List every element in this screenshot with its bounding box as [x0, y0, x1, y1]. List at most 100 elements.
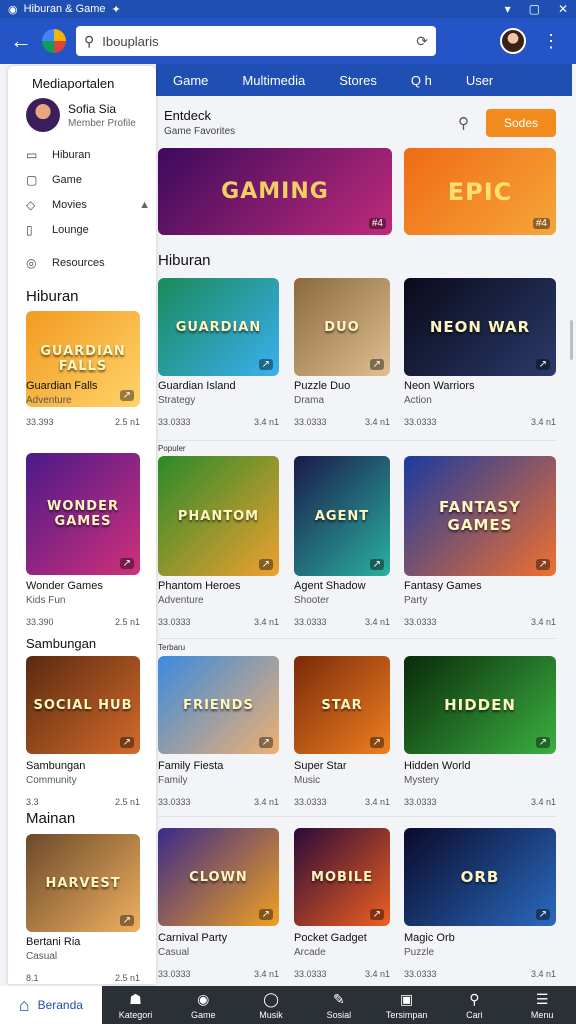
expand-icon[interactable]: ↗ — [119, 915, 134, 926]
expand-icon[interactable]: ↗ — [258, 559, 273, 570]
bottom-nav-tersimpan[interactable]: ▣ Tersimpan — [373, 986, 441, 1024]
game-card[interactable]: HIDDEN ↗ — [404, 656, 556, 754]
game-card[interactable]: CLOWN ↗ — [158, 828, 279, 926]
expand-icon[interactable]: ↗ — [119, 558, 134, 569]
close-icon[interactable]: ✕ — [558, 2, 568, 16]
game-card[interactable]: WONDER GAMES ↗ — [26, 453, 140, 575]
nav-label: Kategori — [118, 1009, 153, 1020]
expand-icon[interactable]: ↗ — [369, 909, 384, 920]
expand-icon[interactable]: ↗ — [119, 737, 134, 748]
expand-icon[interactable]: ↗ — [535, 737, 550, 748]
game-card[interactable]: NEON WAR ↗ — [404, 278, 556, 376]
profile[interactable]: Sofia Sia Member Profile — [26, 98, 136, 132]
expand-icon[interactable]: ↗ — [258, 909, 273, 920]
expand-icon[interactable]: ↗ — [119, 390, 134, 401]
divider — [158, 638, 556, 639]
window-title: Hiburan & Game — [23, 3, 106, 15]
profile-picture[interactable] — [26, 98, 60, 132]
game-title: Guardian Falls — [26, 380, 98, 392]
bottom-nav-menu[interactable]: ☰ Menu — [508, 986, 576, 1024]
movies-icon: ◇ — [26, 197, 36, 212]
minimize-icon[interactable]: ▾ — [505, 2, 511, 16]
sidebar-item-movies[interactable]: ◇ Movies ▲ — [26, 192, 150, 217]
tab-game[interactable]: Game — [156, 73, 225, 88]
expand-icon[interactable]: ↗ — [369, 737, 384, 748]
banner-main[interactable]: GAMING #4 — [158, 148, 392, 235]
nav-icon: ⌂ — [18, 994, 30, 1015]
game-card[interactable]: FRIENDS ↗ — [158, 656, 279, 754]
banner-secondary[interactable]: EPIC #4 — [404, 148, 556, 235]
game-rating: 33.0333 — [294, 969, 327, 979]
reload-icon[interactable]: ⟳ — [416, 33, 428, 50]
search-icon[interactable]: ⚲ — [458, 114, 469, 132]
scrollbar[interactable] — [570, 320, 573, 360]
game-meta: 3.4 n1 — [364, 797, 390, 807]
game-card[interactable]: SOCIAL HUB ↗ — [26, 656, 140, 754]
game-meta: 3.4 n1 — [364, 417, 390, 427]
nav-icon: ☗ — [129, 990, 142, 1007]
nav-icon: ◯ — [263, 990, 279, 1007]
expand-icon[interactable]: ↗ — [535, 909, 550, 920]
maximize-icon[interactable]: ▢ — [529, 2, 540, 16]
expand-icon[interactable]: ↗ — [535, 559, 550, 570]
expand-icon[interactable]: ↗ — [369, 359, 384, 370]
game-title: Super Star — [294, 760, 347, 772]
search-icon: ⚲ — [84, 32, 95, 49]
sidebar-item-lounge[interactable]: ▯ Lounge — [26, 217, 150, 242]
search-query[interactable]: Ibouplaris — [102, 34, 158, 49]
game-card[interactable]: STAR ↗ — [294, 656, 390, 754]
pin-icon[interactable]: ▲ — [139, 199, 150, 211]
nav-icon: ▣ — [399, 990, 414, 1007]
bottom-nav-kategori[interactable]: ☗ Kategori — [102, 986, 170, 1024]
sidebar-item-game[interactable]: ▢ Game — [26, 167, 150, 192]
expand-icon[interactable]: ↗ — [258, 359, 273, 370]
game-card[interactable]: DUO ↗ — [294, 278, 390, 376]
expand-icon[interactable]: ↗ — [258, 737, 273, 748]
nav-icon: ☰ — [535, 990, 549, 1007]
back-button[interactable]: ← — [10, 28, 32, 54]
game-title: Phantom Heroes — [158, 580, 241, 592]
sidebar-section-mainan: Mainan — [26, 810, 76, 827]
expand-icon[interactable]: ↗ — [535, 359, 550, 370]
menu-icon[interactable]: ⋮ — [536, 31, 566, 52]
game-subtitle: Drama — [294, 395, 325, 406]
game-card[interactable]: HARVEST ↗ — [26, 834, 140, 932]
game-card[interactable]: PHANTOM ↗ — [158, 456, 279, 576]
game-subtitle: Arcade — [294, 947, 326, 958]
game-subtitle: Community — [26, 775, 77, 786]
game-card[interactable]: GUARDIAN FALLS ↗ — [26, 311, 140, 407]
game-title: Agent Shadow — [294, 580, 366, 592]
game-title: Bertani Ria — [26, 936, 81, 948]
tab-user[interactable]: User — [449, 73, 510, 88]
bottom-nav-game[interactable]: ◉ Game — [169, 986, 237, 1024]
search-field[interactable]: ⚲ Ibouplaris ⟳ — [76, 26, 436, 56]
avatar[interactable] — [500, 28, 526, 54]
sidebar-item-resources[interactable]: ◎ Resources — [26, 250, 150, 275]
row-label-newest: Terbaru — [158, 643, 186, 652]
game-title: Neon Warriors — [404, 380, 475, 392]
game-title: Magic Orb — [404, 932, 455, 944]
game-card[interactable]: FANTASY GAMES ↗ — [404, 456, 556, 576]
top-nav: Game Multimedia Stores Q h User — [156, 64, 572, 96]
tab-multimedia[interactable]: Multimedia — [225, 73, 322, 88]
game-rating: 33.0333 — [158, 417, 191, 427]
tab-stores[interactable]: Stores — [322, 73, 394, 88]
game-rating: 33.0333 — [404, 417, 437, 427]
banner-badge: #4 — [368, 218, 386, 229]
expand-icon[interactable]: ↗ — [369, 559, 384, 570]
game-title: Fantasy Games — [404, 580, 482, 592]
game-card[interactable]: AGENT ↗ — [294, 456, 390, 576]
game-meta: 3.4 n1 — [530, 417, 556, 427]
sidebar-section-hiburan: Hiburan — [26, 288, 79, 305]
action-button[interactable]: Sodes — [486, 109, 556, 137]
tab-search[interactable]: Q h — [394, 73, 449, 88]
nav-label: Tersimpan — [385, 1009, 428, 1020]
sidebar-item-hiburan[interactable]: ▭ Hiburan — [26, 142, 150, 167]
game-card[interactable]: MOBILE ↗ — [294, 828, 390, 926]
bottom-nav-beranda[interactable]: ⌂ Beranda — [0, 986, 102, 1024]
bottom-nav-cari[interactable]: ⚲ Cari — [440, 986, 508, 1024]
game-card[interactable]: ORB ↗ — [404, 828, 556, 926]
bottom-nav-sosial[interactable]: ✎ Sosial — [305, 986, 373, 1024]
bottom-nav-musik[interactable]: ◯ Musik — [237, 986, 305, 1024]
game-card[interactable]: GUARDIAN ↗ — [158, 278, 279, 376]
